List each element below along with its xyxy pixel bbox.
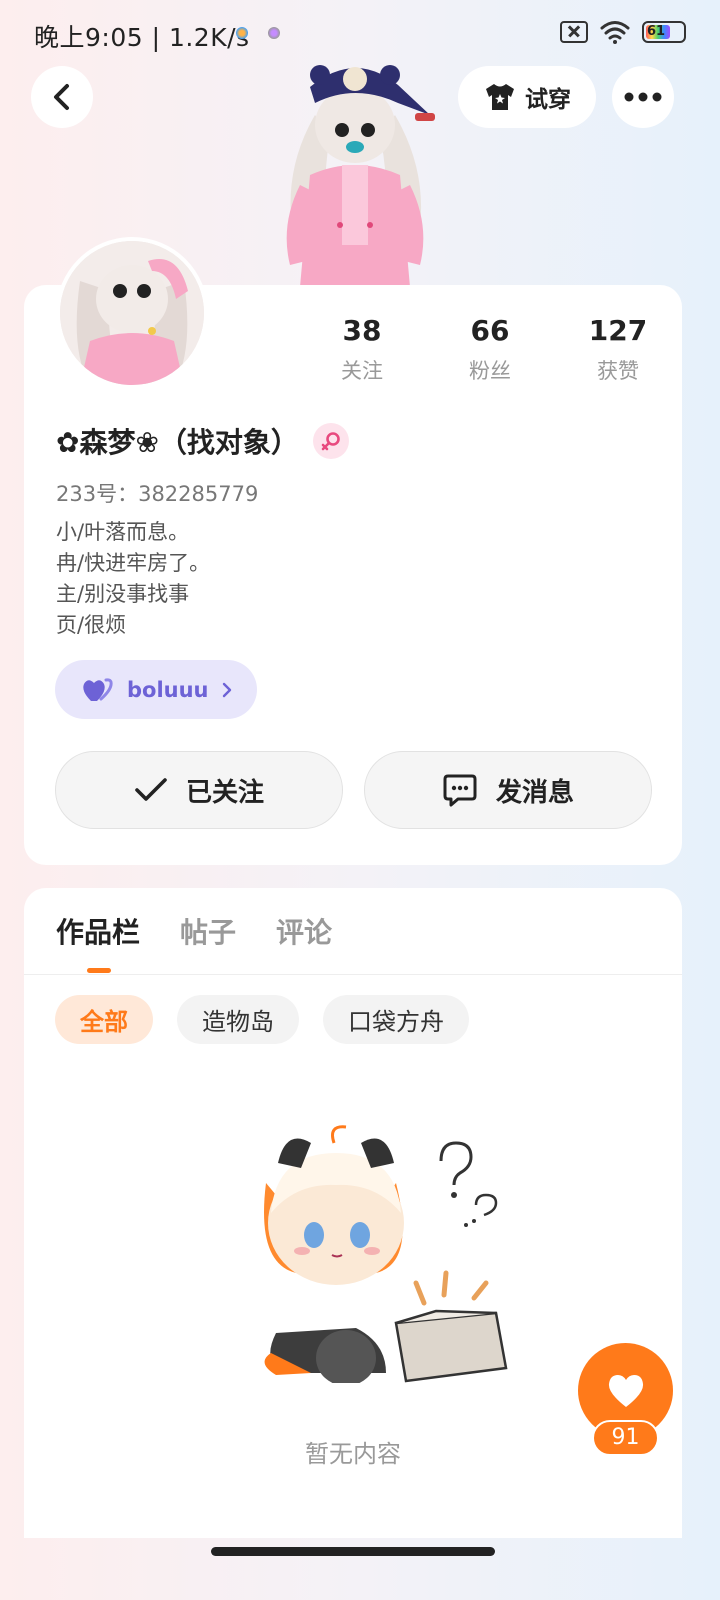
shirt-icon — [486, 84, 514, 110]
content-tabs: 作品栏 帖子 评论 — [56, 912, 332, 954]
bio-line: 页/很烦 — [56, 613, 127, 637]
status-time: 晚上9:05 | 1.2K/s — [34, 23, 250, 52]
status-icons: 61 — [560, 20, 686, 44]
followed-label: 已关注 — [185, 777, 264, 808]
bio: 小/叶落而息。 冉/快进牢房了。 主/别没事找事 页/很烦 — [56, 517, 210, 641]
likes-label: 获赞 — [597, 359, 639, 383]
tab-comments[interactable]: 评论 — [276, 912, 332, 954]
stats-row: 38 关注 66 粉丝 127 获赞 — [298, 311, 682, 385]
filter-all[interactable]: 全部 — [55, 995, 153, 1044]
nickname: ✿森梦❀（找对象） — [56, 426, 299, 459]
notification-icon — [268, 27, 280, 39]
checkmark-icon — [135, 778, 167, 801]
more-button[interactable] — [612, 66, 674, 128]
empty-state-illustration — [264, 1125, 508, 1383]
avatar-image — [60, 241, 204, 385]
bio-line: 冉/快进牢房了。 — [56, 551, 211, 575]
home-indicator[interactable] — [211, 1547, 495, 1556]
couple-link[interactable]: boluuu — [55, 660, 257, 719]
bio-line: 小/叶落而息。 — [56, 520, 190, 544]
female-icon — [321, 432, 340, 451]
avatar-character-image — [286, 65, 435, 287]
gender-badge — [312, 423, 349, 459]
filter-chips: 全部 造物岛 口袋方舟 — [55, 995, 469, 1044]
followers-label: 粉丝 — [469, 359, 511, 383]
more-dots-icon — [624, 92, 662, 102]
send-message-button[interactable]: 发消息 — [364, 751, 652, 829]
try-on-label: 试穿 — [525, 87, 571, 113]
nickname-row: ✿森梦❀（找对象） — [56, 421, 349, 461]
followers-count: 66 — [470, 314, 510, 347]
followed-button[interactable]: 已关注 — [55, 751, 343, 829]
stat-following[interactable]: 38 关注 — [298, 311, 426, 385]
likes-count: 127 — [588, 314, 648, 347]
filter-creation-island[interactable]: 造物岛 — [177, 995, 299, 1044]
battery-icon: 61 — [642, 21, 686, 43]
filter-pocket-ark[interactable]: 口袋方舟 — [323, 995, 469, 1044]
following-count: 38 — [342, 314, 382, 347]
stat-followers[interactable]: 66 粉丝 — [426, 311, 554, 385]
user-id: 233号：382285779 — [56, 482, 259, 506]
try-on-button[interactable]: 试穿 — [458, 66, 596, 128]
avatar[interactable] — [56, 237, 208, 389]
like-count: 91 — [592, 1420, 659, 1456]
couple-name: boluuu — [127, 677, 209, 702]
no-sim-icon — [560, 21, 588, 43]
notification-icon — [236, 27, 248, 39]
send-message-label: 发消息 — [495, 777, 574, 808]
tab-active-indicator — [87, 968, 111, 973]
empty-state-text: 暂无内容 — [305, 1440, 401, 1468]
wifi-icon — [600, 21, 630, 44]
battery-level: 61 — [647, 24, 666, 39]
chat-bubble-icon — [443, 774, 477, 807]
chevron-left-icon — [54, 84, 69, 110]
divider — [24, 974, 682, 975]
tab-works[interactable]: 作品栏 — [56, 912, 140, 954]
chevron-right-icon — [222, 682, 231, 697]
works-card: 作品栏 帖子 评论 全部 造物岛 口袋方舟 暂无内容 — [24, 888, 682, 1538]
back-button[interactable] — [31, 66, 93, 128]
double-heart-icon — [83, 677, 113, 701]
tab-posts[interactable]: 帖子 — [180, 912, 236, 954]
following-label: 关注 — [341, 359, 383, 383]
stat-likes[interactable]: 127 获赞 — [554, 311, 682, 385]
heart-icon — [608, 1374, 643, 1407]
bio-line: 主/别没事找事 — [56, 582, 190, 606]
